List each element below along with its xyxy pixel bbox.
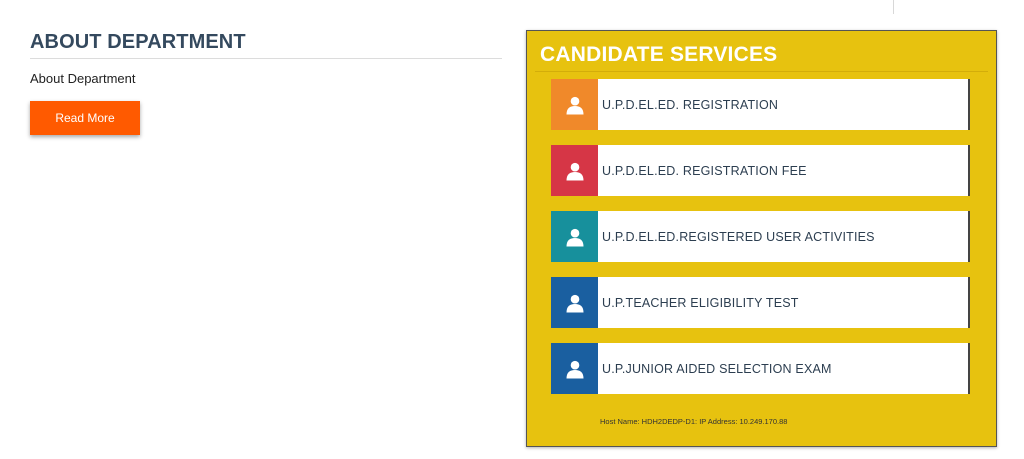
service-item-label: U.P.D.EL.ED. REGISTRATION FEE [602, 163, 807, 178]
service-item-teacher-eligibility-test[interactable]: U.P.TEACHER ELIGIBILITY TEST [551, 277, 970, 328]
candidate-services-divider [535, 71, 988, 72]
user-icon [551, 79, 598, 130]
service-item-label: U.P.TEACHER ELIGIBILITY TEST [602, 295, 799, 310]
read-more-button[interactable]: Read More [30, 101, 140, 135]
user-icon [551, 277, 598, 328]
service-item-registration[interactable]: U.P.D.EL.ED. REGISTRATION [551, 79, 970, 130]
candidate-services-panel: CANDIDATE SERVICES U.P.D.EL.ED. REGISTRA… [526, 30, 997, 447]
user-icon [551, 211, 598, 262]
page: ABOUT DEPARTMENT About Department Read M… [0, 0, 1024, 459]
service-item-registered-user-activities[interactable]: U.P.D.EL.ED.REGISTERED USER ACTIVITIES [551, 211, 970, 262]
user-icon [551, 145, 598, 196]
service-item-registration-fee[interactable]: U.P.D.EL.ED. REGISTRATION FEE [551, 145, 970, 196]
service-item-label: U.P.JUNIOR AIDED SELECTION EXAM [602, 361, 832, 376]
about-text: About Department [30, 71, 136, 86]
divider [893, 0, 894, 14]
candidate-services-title: CANDIDATE SERVICES [540, 43, 778, 66]
about-title: ABOUT DEPARTMENT [30, 31, 246, 53]
user-icon [551, 343, 598, 394]
service-item-junior-aided-selection-exam[interactable]: U.P.JUNIOR AIDED SELECTION EXAM [551, 343, 970, 394]
about-divider [30, 58, 502, 59]
host-info: Host Name: HDH2DEDP-D1: IP Address: 10.2… [600, 417, 788, 426]
service-item-label: U.P.D.EL.ED.REGISTERED USER ACTIVITIES [602, 229, 875, 244]
about-section: ABOUT DEPARTMENT About Department Read M… [30, 30, 502, 135]
service-item-label: U.P.D.EL.ED. REGISTRATION [602, 97, 779, 112]
